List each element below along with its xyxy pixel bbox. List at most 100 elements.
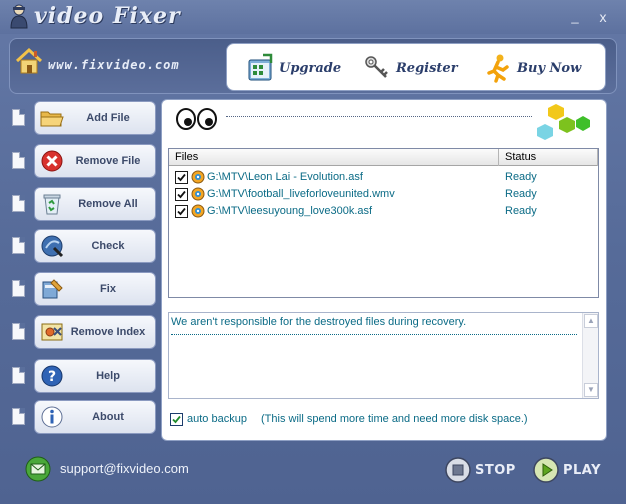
document-icon (12, 109, 25, 126)
fix-tools-icon (42, 279, 63, 299)
sidebar-item-remove-all: Remove All (10, 187, 156, 221)
divider (226, 116, 532, 117)
checkmark-icon (177, 173, 186, 182)
eyes-icon (176, 108, 217, 130)
folder-icon (40, 111, 64, 127)
remove-all-button[interactable]: Remove All (34, 187, 156, 221)
scroll-down-arrow-icon[interactable]: ▼ (584, 383, 598, 397)
sidebar-item-about: About (10, 400, 156, 434)
file-status: Ready (505, 188, 537, 200)
log-divider (171, 334, 577, 335)
info-icon (41, 406, 63, 428)
recycle-bin-icon (43, 194, 61, 215)
help-label: Help (96, 370, 120, 382)
svg-text:?: ? (48, 369, 56, 385)
remove-index-button[interactable]: Remove Index (34, 315, 156, 349)
check-label: Check (91, 240, 125, 252)
document-icon (12, 152, 25, 169)
about-button[interactable]: About (34, 400, 156, 434)
log-message: We aren't responsible for the destroyed … (171, 316, 467, 328)
checkmark-icon (177, 207, 186, 216)
checkmark-icon (172, 415, 181, 424)
table-row[interactable]: G:\MTV\leesuyoung_love300k.asf Ready (173, 203, 593, 220)
media-file-icon (191, 187, 205, 201)
sidebar-item-remove-file: Remove File (10, 144, 156, 178)
home-icon[interactable] (14, 46, 44, 76)
play-button[interactable]: PLAY (532, 455, 601, 485)
top-actions-panel: Upgrade Register Buy Now (226, 43, 606, 91)
fix-button[interactable]: Fix (34, 272, 156, 306)
user-logo-icon (10, 4, 28, 29)
upgrade-label: Upgrade (279, 60, 342, 76)
check-button[interactable]: Check (34, 229, 156, 263)
remove-all-label: Remove All (78, 198, 138, 210)
remove-icon (41, 150, 63, 172)
fix-label: Fix (100, 283, 116, 295)
column-header-files[interactable]: Files (169, 149, 499, 166)
key-icon (365, 56, 388, 78)
sidebar-item-help: ? Help (10, 359, 156, 393)
file-name: G:\MTV\leesuyoung_love300k.asf (207, 205, 373, 217)
stop-label: STOP (475, 462, 516, 478)
file-checkbox[interactable] (175, 188, 188, 201)
log-scrollbar[interactable]: ▲ ▼ (582, 313, 598, 398)
play-label: PLAY (563, 462, 602, 478)
running-man-icon (487, 54, 509, 83)
remove-file-button[interactable]: Remove File (34, 144, 156, 178)
auto-backup-label[interactable]: auto backup (187, 413, 247, 425)
add-file-button[interactable]: Add File (34, 101, 156, 135)
upgrade-button[interactable]: Upgrade (245, 52, 341, 84)
file-name: G:\MTV\football_liveforloveunited.wmv (207, 188, 395, 200)
log-textarea[interactable]: We aren't responsible for the destroyed … (168, 312, 599, 399)
app-window: video Fixer _ x www.fixvideo.com Upgrade (0, 0, 626, 504)
file-checkbox[interactable] (175, 205, 188, 218)
check-disc-icon (41, 235, 64, 258)
scroll-up-arrow-icon[interactable]: ▲ (584, 314, 598, 328)
register-button[interactable]: Register (362, 52, 458, 84)
column-header-status[interactable]: Status (499, 149, 598, 166)
file-status: Ready (505, 171, 537, 183)
add-file-label: Add File (86, 112, 130, 124)
document-icon (12, 237, 25, 254)
checkmark-icon (177, 190, 186, 199)
website-link[interactable]: www.fixvideo.com (48, 58, 180, 72)
upgrade-icon (248, 53, 273, 81)
close-button[interactable]: x (594, 8, 612, 26)
files-table[interactable]: Files Status G:\MTV\Leon Lai - Evolution… (168, 148, 599, 298)
play-icon (533, 457, 559, 483)
about-label: About (92, 411, 124, 423)
document-icon (12, 408, 25, 425)
file-checkbox[interactable] (175, 171, 188, 184)
table-header: Files Status (169, 149, 598, 166)
media-file-icon (191, 170, 205, 184)
minimize-button[interactable]: _ (566, 8, 584, 26)
stop-button[interactable]: STOP (444, 455, 516, 485)
title-bar[interactable]: video Fixer _ x (0, 0, 626, 34)
table-row[interactable]: G:\MTV\football_liveforloveunited.wmv Re… (173, 186, 593, 203)
sidebar-item-remove-index: Remove Index (10, 315, 156, 349)
auto-backup-note: (This will spend more time and need more… (261, 413, 528, 425)
file-name: G:\MTV\Leon Lai - Evolution.asf (207, 171, 363, 183)
app-title: video Fixer (34, 3, 181, 29)
hexagons-icon (537, 104, 590, 140)
buy-now-label: Buy Now (517, 60, 582, 76)
document-icon (12, 323, 25, 340)
table-row[interactable]: G:\MTV\Leon Lai - Evolution.asf Ready (173, 169, 593, 186)
support-email-link[interactable]: support@fixvideo.com (60, 461, 189, 476)
register-label: Register (396, 60, 458, 76)
help-icon: ? (41, 365, 63, 387)
remove-file-label: Remove File (75, 155, 141, 167)
document-icon (12, 280, 25, 297)
document-icon (12, 367, 25, 384)
help-button[interactable]: ? Help (34, 359, 156, 393)
document-icon (12, 195, 25, 212)
file-status: Ready (505, 205, 537, 217)
mail-icon[interactable] (24, 455, 52, 483)
remove-index-icon (41, 323, 63, 341)
stop-icon (445, 457, 471, 483)
sidebar-item-check: Check (10, 229, 156, 263)
remove-index-label: Remove Index (70, 326, 146, 338)
auto-backup-checkbox[interactable] (170, 413, 183, 426)
buy-now-button[interactable]: Buy Now (483, 52, 581, 84)
sidebar-item-add-file: Add File (10, 101, 156, 135)
